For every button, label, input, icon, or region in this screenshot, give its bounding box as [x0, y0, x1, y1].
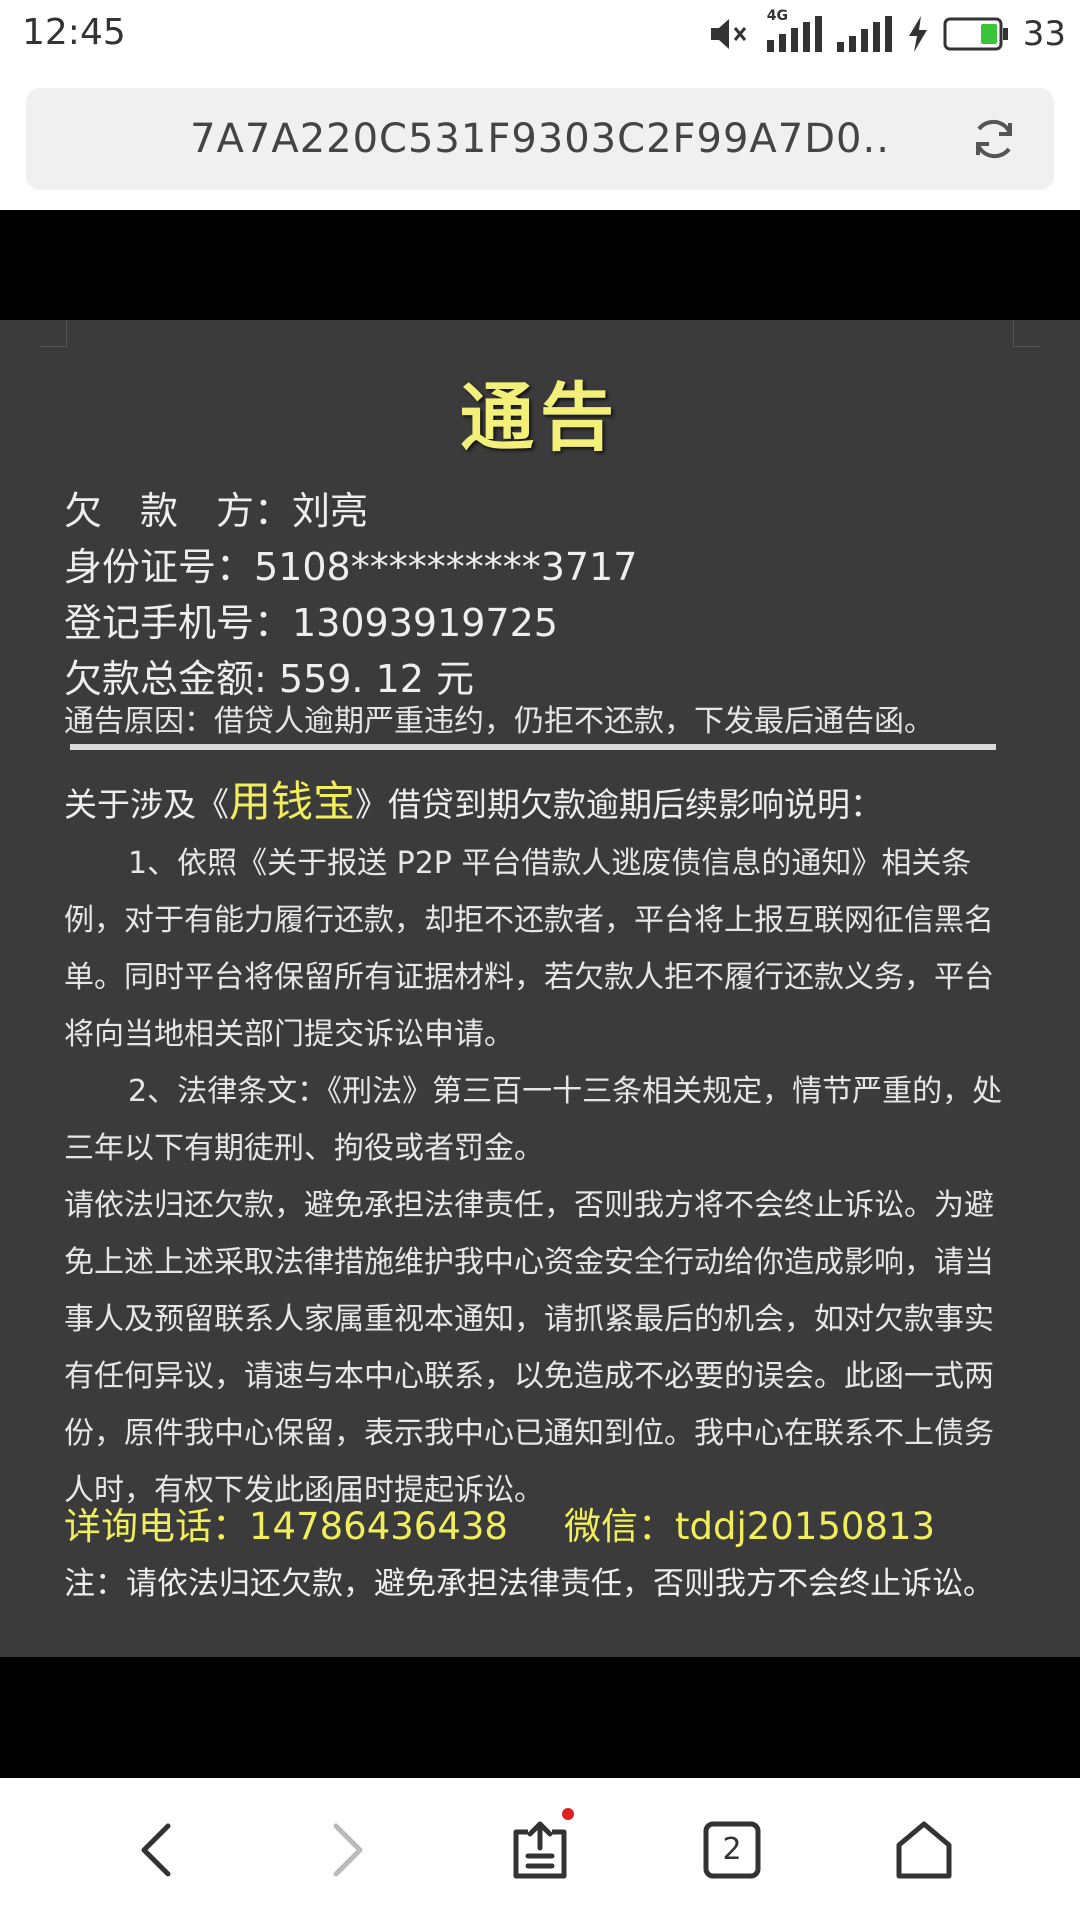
tabs-button[interactable]: 2 — [684, 1802, 780, 1898]
heading-prefix: 关于涉及《 — [64, 785, 229, 824]
phone-value: 13093919725 — [292, 601, 558, 645]
contact-phone: 详询电话：14786436438 — [64, 1505, 508, 1548]
battery-icon — [943, 17, 1008, 51]
home-button[interactable] — [876, 1802, 972, 1898]
status-bar: 12:45 4G 33 — [0, 0, 1080, 70]
amount-value: 559. 12 元 — [266, 657, 475, 701]
debtor-line: 欠 款 方：刘亮 — [64, 480, 368, 535]
clause-1: 1、依照《关于报送 P2P 平台借款人逃废债信息的通知》相关条例，对于有能力履行… — [64, 846, 994, 1052]
explanation-heading: 关于涉及《用钱宝》借贷到期欠款逾期后续影响说明： — [64, 768, 883, 829]
clause-2: 2、法律条文：《刑法》第三百一十三条相关规定，情节严重的，处三年以下有期徒刑、拘… — [64, 1074, 1003, 1166]
notice-title: 通告 — [460, 375, 620, 461]
note-text: 注：请依法归还欠款，避免承担法律责任，否则我方不会终止诉讼。 — [64, 1566, 994, 1602]
id-label: 身份证号： — [64, 545, 255, 589]
status-icons: 4G 33 — [709, 8, 1066, 56]
contact-line: 详询电话：14786436438 微信：tddj20150813 — [64, 1496, 1044, 1550]
corner-mark — [40, 320, 67, 347]
charging-icon — [908, 16, 927, 52]
battery-level: 33 — [1022, 14, 1066, 54]
signal-4g-icon: 4G — [765, 8, 823, 54]
forward-icon — [333, 1823, 363, 1877]
web-content: 通告 欠 款 方：刘亮 身份证号：5108**********3717 登记手机… — [0, 210, 1080, 1778]
bottom-nav: 2 — [0, 1778, 1080, 1920]
notification-dot — [562, 1808, 574, 1820]
tab-count: 2 — [722, 1832, 742, 1867]
signal-icon — [836, 16, 892, 52]
refresh-icon[interactable] — [970, 115, 1018, 163]
contact-wechat: 微信：tddj20150813 — [564, 1505, 936, 1548]
amount-line: 欠款总金额: 559. 12 元 — [64, 648, 474, 703]
url-field[interactable]: 7A7A220C531F9303C2F99A7D0.. — [26, 88, 1054, 190]
back-icon — [141, 1823, 171, 1877]
divider — [70, 744, 996, 750]
share-menu-button[interactable] — [492, 1802, 588, 1898]
amount-label: 欠款总金额: — [64, 657, 267, 701]
debtor-value: 刘亮 — [292, 489, 369, 533]
url-text: 7A7A220C531F9303C2F99A7D0.. — [190, 116, 890, 162]
status-time: 12:45 — [22, 12, 126, 53]
notice-body: 请依法归还欠款，避免承担法律责任，否则我方将不会终止诉讼。为避免上述上述采取法律… — [64, 1188, 994, 1508]
back-button[interactable] — [108, 1802, 204, 1898]
address-bar: 7A7A220C531F9303C2F99A7D0.. — [0, 70, 1080, 210]
id-line: 身份证号：5108**********3717 — [64, 536, 637, 591]
heading-suffix: 》借贷到期欠款逾期后续影响说明： — [355, 785, 884, 824]
forward-button[interactable] — [300, 1802, 396, 1898]
debtor-label: 欠 款 方： — [64, 489, 293, 533]
corner-mark — [1013, 320, 1040, 347]
app-name: 用钱宝 — [229, 777, 356, 826]
home-icon — [896, 1821, 952, 1879]
reason-text: 通告原因：借贷人逾期严重违约，仍拒不还款，下发最后通告函。 — [64, 704, 934, 739]
notice-image: 通告 欠 款 方：刘亮 身份证号：5108**********3717 登记手机… — [0, 320, 1080, 1657]
mute-icon — [710, 19, 746, 49]
phone-label: 登记手机号： — [64, 601, 293, 645]
share-icon — [513, 1821, 567, 1879]
id-value: 5108**********3717 — [254, 545, 638, 589]
phone-line: 登记手机号：13093919725 — [64, 592, 558, 647]
